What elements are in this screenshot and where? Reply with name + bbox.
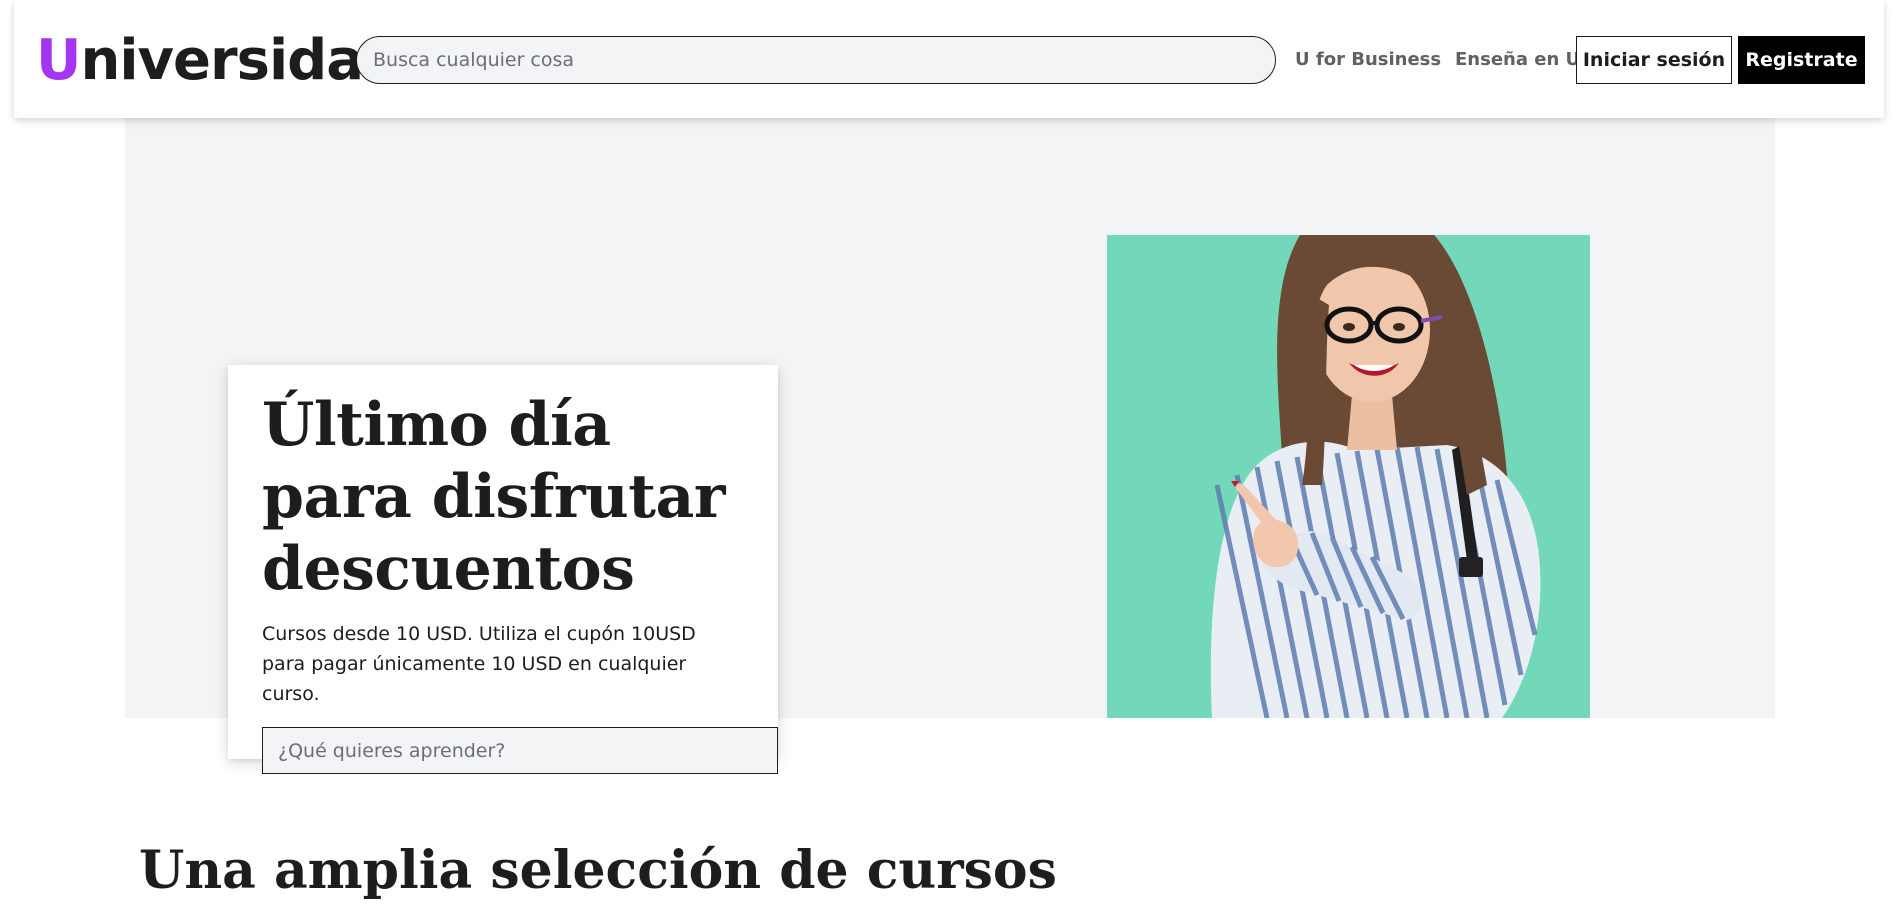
- logo-text: niversidad: [80, 28, 403, 93]
- course-search-input[interactable]: [262, 727, 778, 774]
- logo-initial: U: [36, 28, 81, 93]
- site-logo[interactable]: Universidad: [36, 26, 403, 96]
- hero-title: Último día para disfrutar descuentos: [262, 390, 725, 604]
- hero-description: Cursos desde 10 USD. Utiliza el cupón 10…: [262, 623, 696, 705]
- hero-image: [1107, 235, 1590, 718]
- section-title: Una amplia selección de cursos: [139, 840, 1057, 901]
- top-navigation-bar: Universidad U for Business Enseña en U I…: [14, 0, 1884, 118]
- promo-card: Último día para disfrutar descuentos Cur…: [228, 365, 778, 774]
- nav-link-business[interactable]: U for Business: [1295, 48, 1441, 72]
- signup-button[interactable]: Registrate: [1738, 36, 1865, 84]
- nav-link-teach[interactable]: Enseña en U: [1455, 48, 1580, 72]
- login-button[interactable]: Iniciar sesión: [1576, 36, 1732, 84]
- woman-pointing-photo-icon: [1210, 235, 1541, 718]
- search-input[interactable]: [356, 36, 1276, 84]
